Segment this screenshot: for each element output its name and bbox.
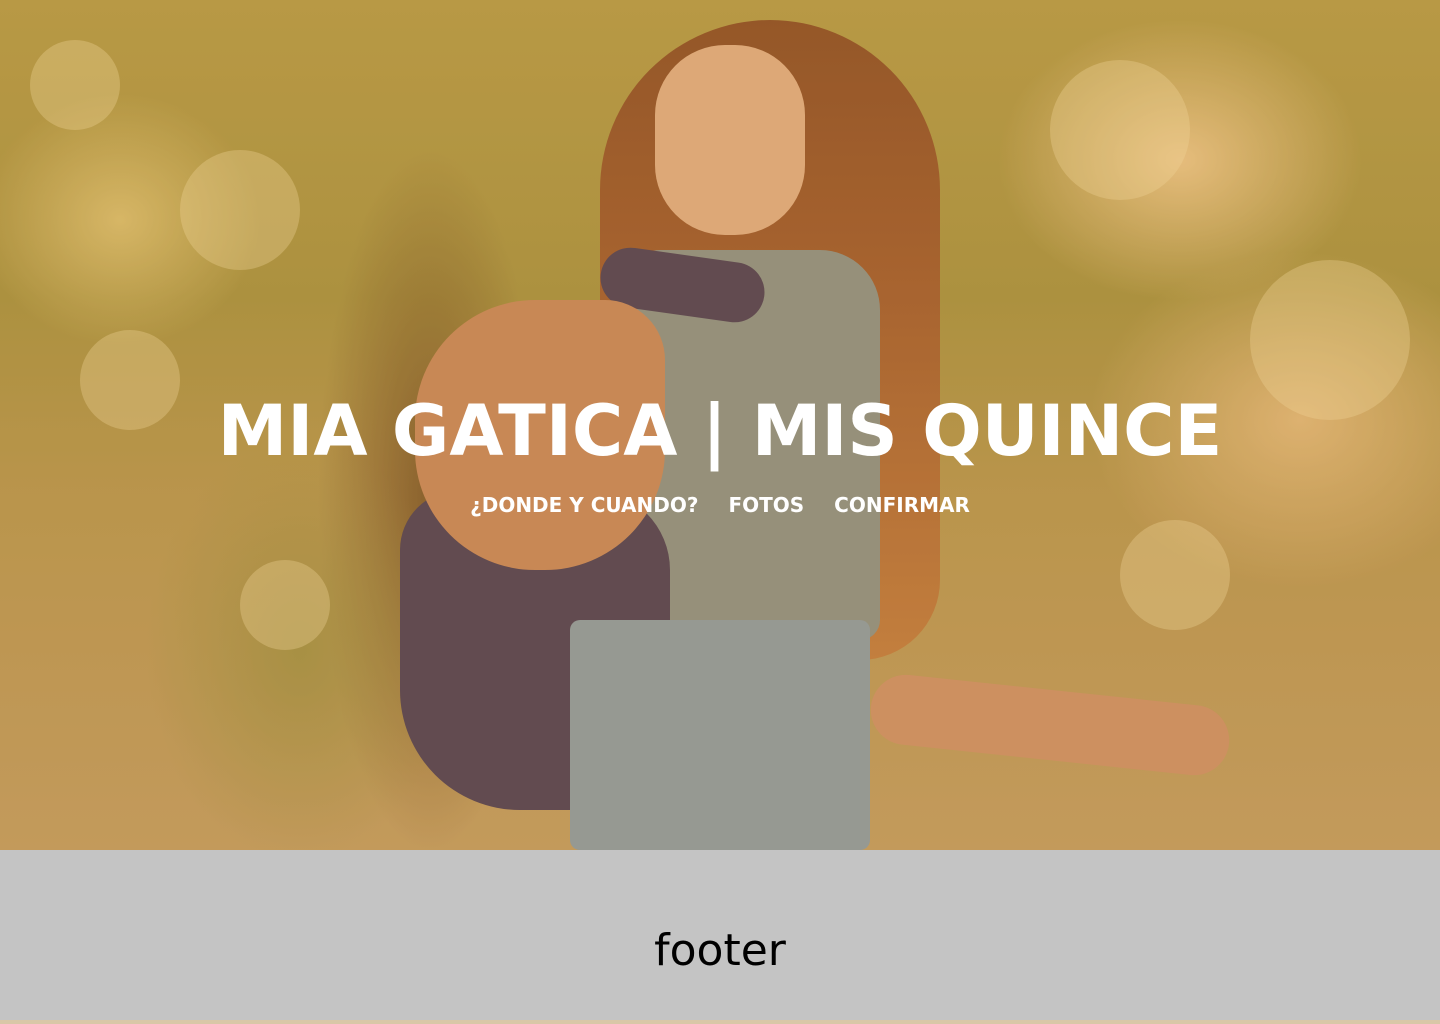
footer: footer (0, 850, 1440, 1020)
main-nav: ¿DONDE Y CUANDO? FOTOS CONFIRMAR (0, 492, 1440, 518)
footer-text: footer (654, 924, 786, 976)
hero-section: MIA GATICA | MIS QUINCE ¿DONDE Y CUANDO?… (0, 0, 1440, 850)
nav-item-fotos[interactable]: FOTOS (728, 492, 804, 518)
nav-item-confirmar[interactable]: CONFIRMAR (834, 492, 970, 518)
page-title: MIA GATICA | MIS QUINCE (217, 390, 1223, 472)
hero-content: MIA GATICA | MIS QUINCE ¿DONDE Y CUANDO?… (0, 388, 1440, 518)
page: MIA GATICA | MIS QUINCE ¿DONDE Y CUANDO?… (0, 0, 1440, 1024)
bottom-strip (0, 1020, 1440, 1024)
nav-item-donde-y-cuando[interactable]: ¿DONDE Y CUANDO? (470, 492, 698, 518)
